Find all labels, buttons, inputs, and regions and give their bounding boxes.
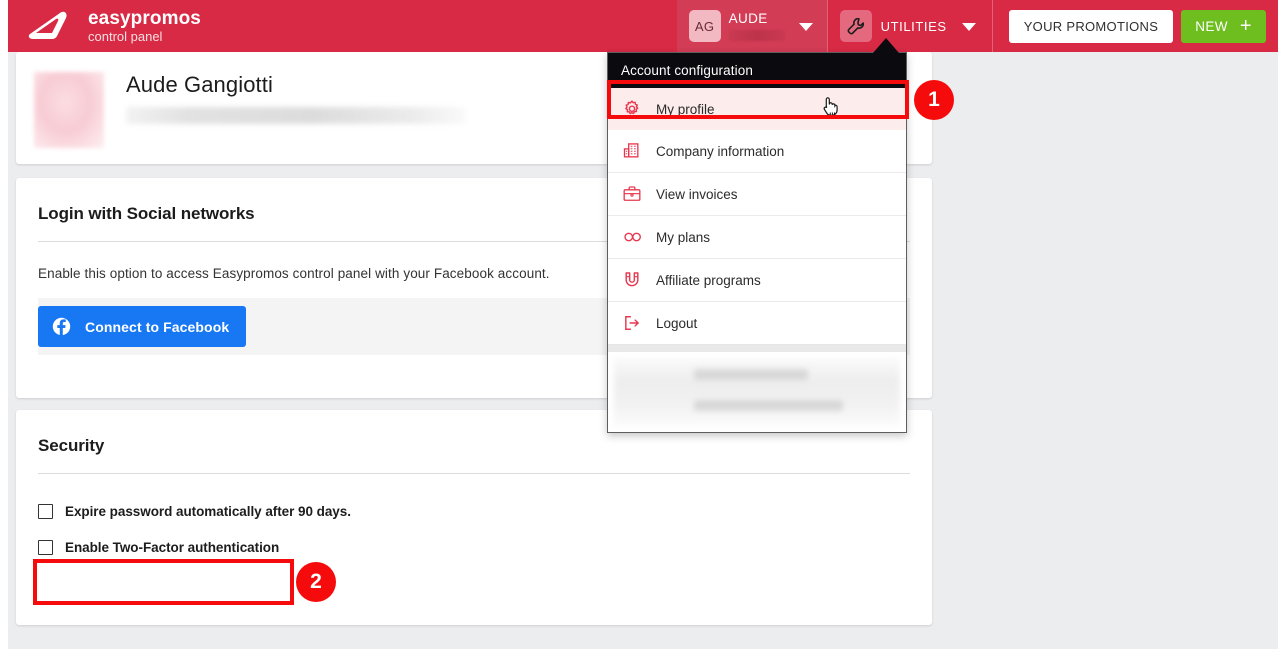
header-right-controls: AG AUDE UTILITIES YOUR PROMOTIONS NEW + xyxy=(676,0,1278,52)
menu-item-view-invoices[interactable]: View invoices xyxy=(608,173,906,216)
annotation-badge-1: 1 xyxy=(914,80,954,120)
menu-item-affiliate-programs[interactable]: Affiliate programs xyxy=(608,259,906,302)
menu-item-my-plans[interactable]: My plans xyxy=(608,216,906,259)
expire-password-label: Expire password automatically after 90 d… xyxy=(65,504,351,519)
magnet-icon xyxy=(622,270,642,290)
menu-item-label: Company information xyxy=(656,143,785,159)
menu-item-logout[interactable]: Logout xyxy=(608,302,906,345)
connect-to-facebook-label: Connect to Facebook xyxy=(85,318,230,335)
page-title: Aude Gangiotti xyxy=(126,72,273,97)
account-name: AUDE xyxy=(728,11,768,26)
profile-texts: Aude Gangiotti xyxy=(126,72,466,148)
your-promotions-button[interactable]: YOUR PROMOTIONS xyxy=(1008,9,1174,43)
two-factor-label: Enable Two-Factor authentication xyxy=(65,540,280,555)
connect-to-facebook-button[interactable]: Connect to Facebook xyxy=(38,306,247,347)
menu-item-label: Logout xyxy=(656,315,698,331)
pointing-hand-cursor xyxy=(820,95,840,119)
dropdown-redacted-block xyxy=(614,358,900,426)
gear-icon xyxy=(622,99,642,119)
chevron-down-icon xyxy=(798,23,813,31)
security-body: Expire password automatically after 90 d… xyxy=(16,474,932,555)
utilities-menu-button[interactable]: UTILITIES xyxy=(826,0,992,52)
profile-email-redacted xyxy=(126,107,466,124)
annotation-badge-2: 2 xyxy=(296,562,336,602)
expire-password-row[interactable]: Expire password automatically after 90 d… xyxy=(38,504,910,519)
menu-item-label: My profile xyxy=(656,101,715,117)
chevron-down-icon xyxy=(961,22,976,31)
easypromos-flag-logo xyxy=(28,11,67,39)
security-section-title: Security xyxy=(38,436,105,455)
utilities-label: UTILITIES xyxy=(880,18,947,34)
logout-arrow-icon xyxy=(622,313,642,333)
brand-subtitle: control panel xyxy=(88,28,163,44)
dropdown-separator xyxy=(608,345,906,352)
menu-item-company-information[interactable]: Company information xyxy=(608,130,906,173)
menu-item-label: My plans xyxy=(656,229,711,245)
menu-item-label: View invoices xyxy=(656,186,738,202)
menu-item-label: Affiliate programs xyxy=(656,272,761,288)
account-menu-button[interactable]: AG AUDE xyxy=(676,0,827,52)
account-configuration-dropdown: Account configuration My profile Company… xyxy=(607,52,907,433)
two-factor-checkbox[interactable] xyxy=(38,540,53,555)
two-factor-row[interactable]: Enable Two-Factor authentication xyxy=(38,540,910,555)
new-button-label: NEW xyxy=(1195,18,1228,34)
briefcase-icon xyxy=(622,184,642,204)
brand-text: easypromos control panel xyxy=(88,7,201,44)
new-button[interactable]: NEW + xyxy=(1181,9,1266,43)
dropdown-pointer-triangle xyxy=(873,38,899,53)
expire-password-checkbox[interactable] xyxy=(38,504,53,519)
avatar: AG xyxy=(688,10,721,42)
brand-name: easypromos xyxy=(88,7,201,29)
header-action-buttons: YOUR PROMOTIONS NEW + xyxy=(991,0,1278,52)
brand-block[interactable]: easypromos control panel xyxy=(8,7,201,44)
plus-icon: + xyxy=(1239,15,1252,37)
menu-item-my-profile[interactable]: My profile xyxy=(608,88,906,130)
dropdown-title: Account configuration xyxy=(608,53,906,88)
building-icon xyxy=(622,141,642,161)
infinity-icon xyxy=(622,227,642,247)
user-avatar-image xyxy=(34,72,104,148)
screenshot-root: Aude Gangiotti Login with Social network… xyxy=(0,0,1278,649)
top-header-bar: easypromos control panel AG AUDE UTILITI… xyxy=(8,0,1278,52)
account-email-redacted xyxy=(728,30,785,41)
account-labels: AUDE xyxy=(728,9,785,43)
security-card: Security Expire password automatically a… xyxy=(16,410,932,625)
facebook-icon xyxy=(52,317,71,336)
wrench-icon xyxy=(839,10,872,42)
